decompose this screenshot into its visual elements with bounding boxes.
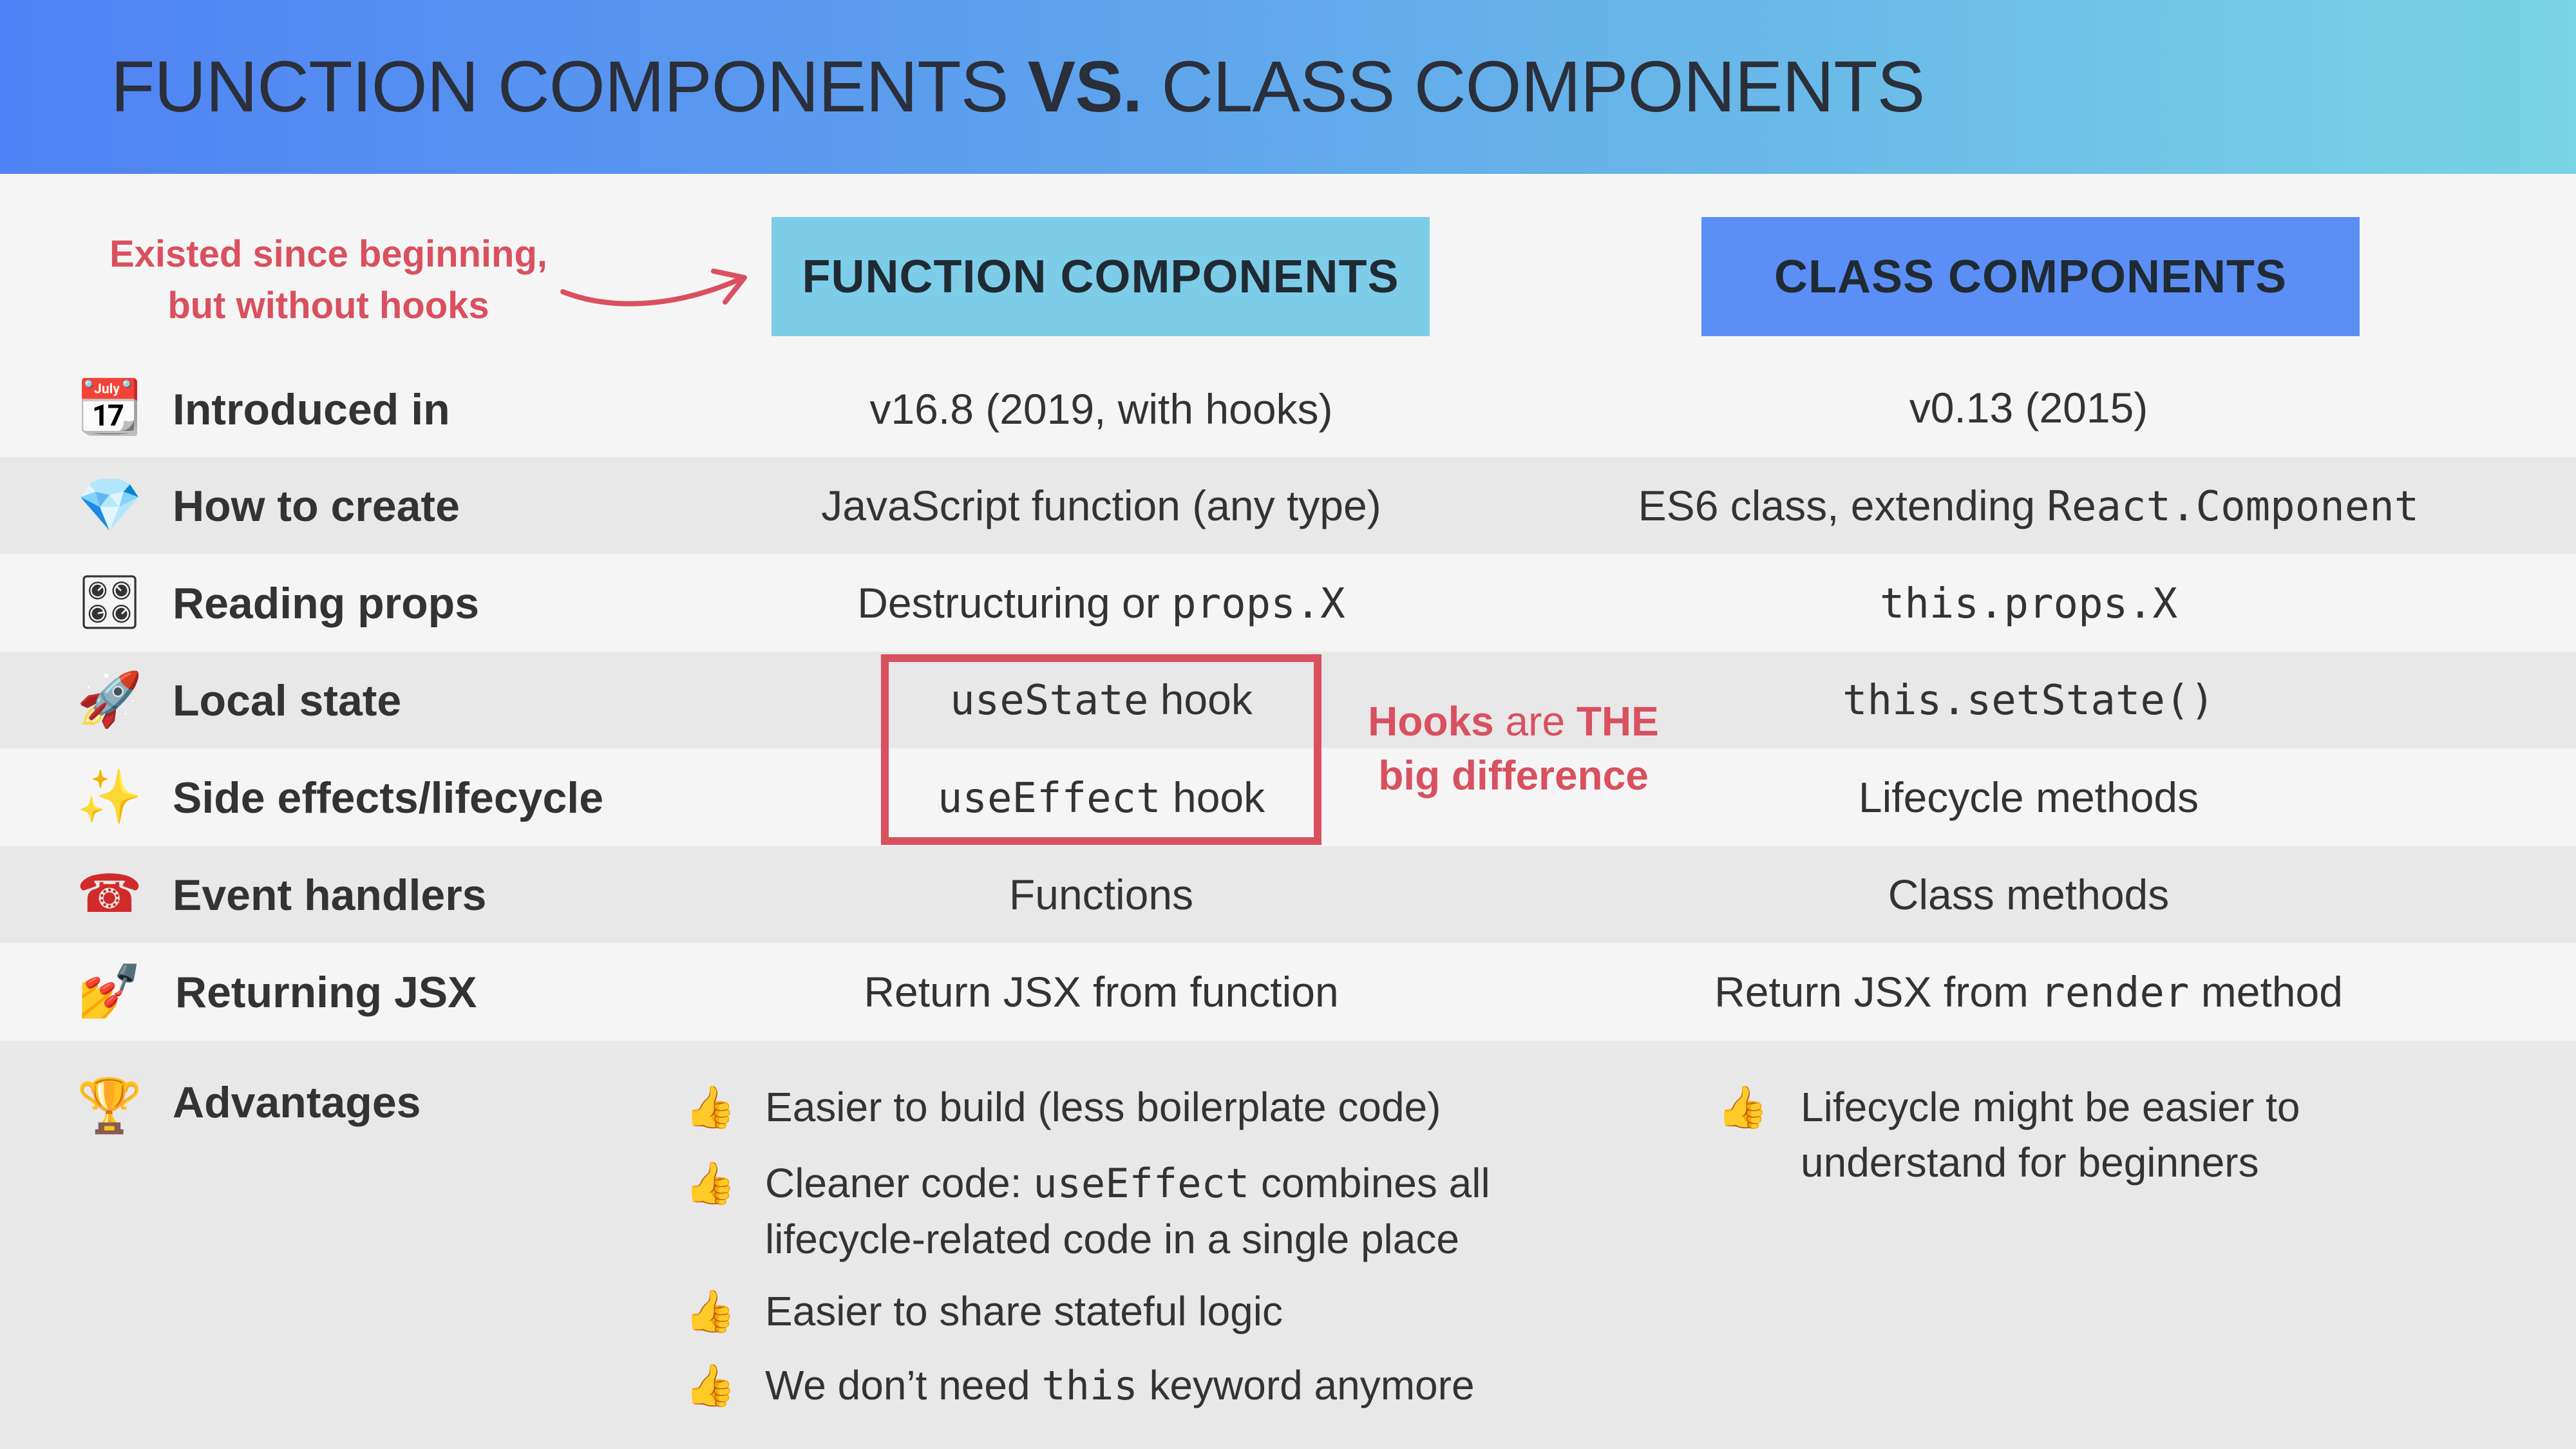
cell-function: JavaScript function (any type)	[821, 482, 1381, 529]
thumbs-up-icon: 👍	[685, 1160, 736, 1206]
table-row-event-handlers: ☎ Event handlers Functions Class methods	[0, 846, 2576, 943]
row-label: Reading props	[173, 579, 480, 628]
note-hooks-the: THE	[1576, 698, 1659, 744]
cell-class-text: Return JSX from	[1714, 968, 2041, 1016]
cell-class: Return JSX from render method	[1578, 967, 2479, 1017]
row-label: Side effects/lifecycle	[173, 773, 604, 822]
cell-class: ES6 class, extending React.Component	[1578, 481, 2479, 531]
page-title: FUNCTION COMPONENTS VS. CLASS COMPONENTS	[111, 45, 1925, 128]
table-row-returning-jsx: 💅 Returning JSX Return JSX from function…	[0, 943, 2576, 1041]
row-label: Introduced in	[173, 385, 450, 434]
thumbs-up-icon: 👍	[1717, 1084, 1768, 1130]
row-label: Event handlers	[173, 871, 487, 920]
cell-class: Lifecycle methods	[1858, 773, 2199, 821]
cell-class-text: ES6 class, extending	[1638, 482, 2047, 529]
advantage-text: Easier to build (less boilerplate code)	[765, 1084, 1441, 1130]
advantage-item-class: 👍 Lifecycle might be easier to understan…	[1717, 1079, 2509, 1190]
cell-class-text-end: method	[2189, 968, 2343, 1016]
table-row-introduced: 📆 Introduced in v16.8 (2019, with hooks)…	[0, 361, 2576, 457]
column-header-class: CLASS COMPONENTS	[1701, 217, 2360, 345]
note-hooks-are: are	[1505, 698, 1566, 744]
note-hooks-difference: Hooks are THE big difference	[1330, 694, 1697, 802]
cell-function: Functions	[1009, 871, 1194, 918]
column-header-function: FUNCTION COMPONENTS	[772, 217, 1430, 345]
thumbs-up-icon: 👍	[685, 1362, 736, 1408]
note-top-line2: but without hooks	[167, 285, 489, 327]
advantage-text-end: keyword anymore	[1137, 1362, 1475, 1408]
calendar-icon: 📆	[76, 378, 143, 437]
advantage-item: 👍 We don’t need this keyword anymore	[685, 1358, 1602, 1414]
row-label: Local state	[173, 676, 402, 725]
cell-class-code: render	[2040, 969, 2190, 1017]
advantage-text-line2: lifecycle-related code in a single place	[765, 1216, 1459, 1262]
cell-class-code: this.props.X	[1879, 580, 2178, 628]
advantage-text: Easier to share stateful logic	[765, 1288, 1283, 1334]
cell-function-text: Destructuring or	[857, 579, 1172, 627]
advantage-item: 👍 Cleaner code: useEffect combines all l…	[685, 1155, 1602, 1267]
advantage-text: Cleaner code:	[765, 1160, 1034, 1206]
thumbs-up-icon: 👍	[685, 1288, 736, 1334]
advantage-item: 👍 Easier to build (less boilerplate code…	[685, 1079, 1602, 1135]
telephone-icon: ☎	[76, 865, 143, 923]
title-vs: VS.	[1027, 46, 1143, 127]
title-part2: CLASS COMPONENTS	[1161, 46, 1925, 127]
cell-function-code: props.X	[1171, 580, 1345, 628]
advantage-code: this	[1041, 1362, 1138, 1409]
sparkles-icon: ✨	[76, 768, 143, 826]
cell-class: v0.13 (2015)	[1909, 384, 2148, 431]
table-row-how-to-create: 💎 How to create JavaScript function (any…	[0, 457, 2576, 554]
cell-class: this.setState()	[1578, 675, 2479, 724]
row-label: Returning JSX	[175, 968, 477, 1017]
advantage-text-line2: understand for beginners	[1801, 1139, 2259, 1186]
table-row-reading-props: 🎛 Reading props Destructuring or props.X…	[0, 554, 2576, 652]
nail-polish-icon: 💅	[76, 962, 143, 1021]
note-hooks-word: Hooks	[1368, 698, 1494, 744]
cell-class-code: React.Component	[2047, 483, 2420, 531]
note-existed-since-beginning: Existed since beginning, but without hoo…	[77, 229, 580, 332]
advantage-text: Lifecycle might be easier to	[1801, 1084, 2300, 1130]
advantage-code: useEffect	[1033, 1160, 1250, 1207]
advantage-text: We don’t need	[765, 1362, 1042, 1408]
title-part1: FUNCTION COMPONENTS	[111, 46, 1009, 127]
cell-class: Class methods	[1888, 871, 2170, 918]
gem-icon: 💎	[76, 476, 143, 535]
rocket-icon: 🚀	[76, 670, 143, 729]
cell-function: v16.8 (2019, with hooks)	[869, 385, 1333, 433]
arrow-icon	[560, 269, 747, 307]
advantage-text-end: combines all	[1249, 1160, 1490, 1206]
row-label: How to create	[173, 482, 460, 531]
cell-class: this.props.X	[1578, 578, 2479, 628]
cell-function: Destructuring or props.X	[715, 578, 1488, 628]
hooks-highlight-box	[881, 654, 1321, 845]
advantage-item: 👍 Easier to share stateful logic	[685, 1283, 1602, 1339]
control-knobs-icon: 🎛	[76, 573, 144, 632]
note-hooks-line2: big difference	[1378, 752, 1649, 799]
cell-class-code: this.setState()	[1842, 677, 2215, 724]
thumbs-up-icon: 👍	[685, 1084, 736, 1130]
header-banner: FUNCTION COMPONENTS VS. CLASS COMPONENTS	[0, 0, 2576, 174]
cell-function: Return JSX from function	[864, 968, 1339, 1016]
note-top-line1: Existed since beginning,	[109, 233, 548, 275]
advantages-label: Advantages	[173, 1078, 421, 1127]
trophy-icon: 🏆	[76, 1077, 143, 1135]
